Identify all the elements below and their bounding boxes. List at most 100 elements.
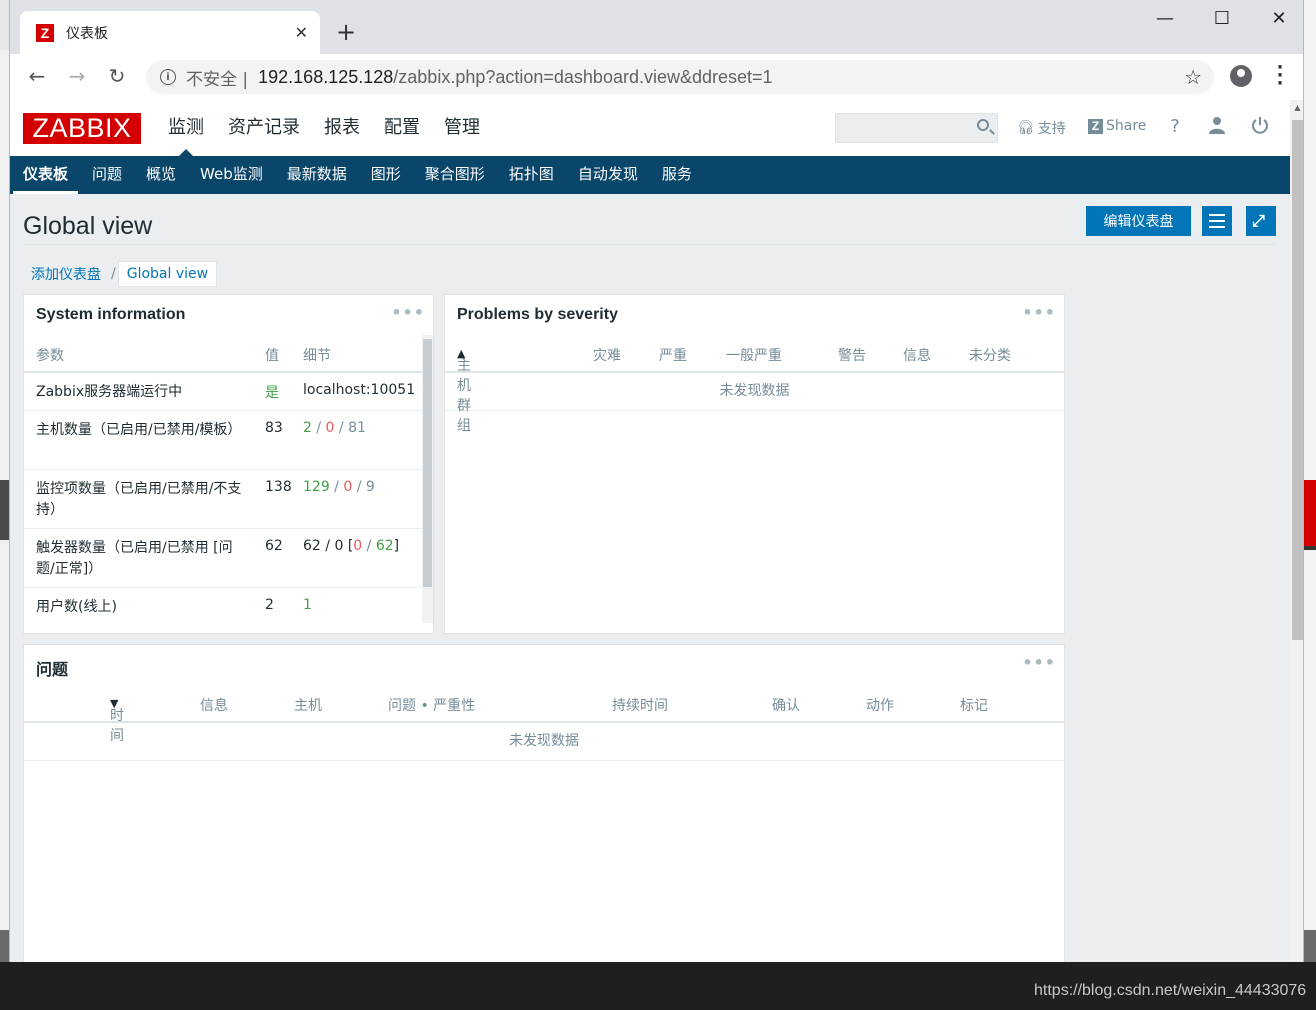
system-information-widget: System information ••• 参数 值 细节 Zabbix服务器… <box>23 294 434 634</box>
col-ack: 确认 <box>772 698 800 714</box>
col-time-label: 时间 <box>110 708 124 744</box>
forward-icon[interactable]: → <box>64 64 90 88</box>
col-problem-severity: 问题 • 严重性 <box>388 698 476 714</box>
sub-nav-problems[interactable]: 问题 <box>82 156 132 194</box>
sub-nav-dashboard[interactable]: 仪表板 <box>13 156 79 194</box>
col-disaster: 灾难 <box>593 348 621 364</box>
widget-menu-icon[interactable]: ••• <box>1022 303 1056 322</box>
browser-toolbar: ← → ↻ i 不安全 | 192.168.125.128/zabbix.php… <box>10 54 1303 100</box>
disabled-count: 0 <box>334 538 344 554</box>
col-tags: 标记 <box>960 698 988 714</box>
col-details: 细节 <box>303 348 331 364</box>
bookmark-star-icon[interactable]: ☆ <box>1184 65 1202 89</box>
enabled-count: 129 <box>303 479 330 495</box>
title-divider <box>23 244 1276 245</box>
row-value: 62 <box>265 538 283 554</box>
browser-menu-icon[interactable]: · · · <box>1272 59 1288 93</box>
site-info-icon[interactable]: i <box>160 69 176 85</box>
dashboard-list-button[interactable] <box>1202 206 1232 236</box>
widget-menu-icon[interactable]: ••• <box>391 303 425 322</box>
unsupported-count: 9 <box>365 479 375 495</box>
browser-tab[interactable]: Z 仪表板 ✕ <box>20 11 320 54</box>
sub-nav-graphs[interactable]: 图形 <box>361 156 411 194</box>
col-actions: 动作 <box>866 698 894 714</box>
enabled-count: 2 <box>303 420 312 436</box>
scrollbar-thumb[interactable] <box>423 339 432 587</box>
row-param: 监控项数量（已启用/已禁用/不支持） <box>36 481 242 518</box>
reload-icon[interactable]: ↻ <box>104 64 130 88</box>
col-param: 参数 <box>36 348 64 364</box>
col-duration: 持续时间 <box>612 698 668 714</box>
breadcrumb-current[interactable]: Global view <box>117 261 218 287</box>
col-time[interactable]: 时间 ▼ <box>110 695 124 744</box>
page-scrollbar-thumb[interactable] <box>1292 120 1303 640</box>
back-icon[interactable]: ← <box>24 64 50 88</box>
row-param: 触发器数量（已启用/已禁用 [问题/正常]） <box>36 540 233 577</box>
col-average: 一般严重 <box>726 348 782 364</box>
user-profile-icon[interactable] <box>1206 116 1228 139</box>
maximize-icon[interactable]: ☐ <box>1207 8 1237 29</box>
main-nav-configuration[interactable]: 配置 <box>372 100 432 156</box>
sub-nav-web[interactable]: Web监测 <box>190 156 273 194</box>
edit-dashboard-button[interactable]: 编辑仪表盘 <box>1086 206 1191 236</box>
widget-scrollbar[interactable] <box>422 335 433 623</box>
main-nav-administration[interactable]: 管理 <box>432 100 492 156</box>
browser-window: Z 仪表板 ✕ + — ☐ ✕ ← → ↻ i 不安全 | 192.168.12… <box>9 0 1304 962</box>
problem-count: 0 <box>353 538 363 554</box>
fullscreen-button[interactable]: ⤢ <box>1246 206 1276 236</box>
headset-icon: 🎧︎ <box>1017 120 1035 136</box>
sub-nav-services[interactable]: 服务 <box>652 156 702 194</box>
problems-widget: 问题 ••• 时间 ▼ 信息 主机 问题 • 严重性 持续时间 确认 动作 标记… <box>23 644 1065 962</box>
account-avatar-icon[interactable] <box>1230 65 1252 87</box>
col-not-classified: 未分类 <box>969 348 1011 364</box>
widget-header: 问题 ••• <box>24 645 1064 685</box>
sub-nav-maps[interactable]: 拓扑图 <box>499 156 564 194</box>
zabbix-logo[interactable]: ZABBIX <box>23 113 141 144</box>
support-link[interactable]: 🎧︎ 支持 <box>1017 118 1066 138</box>
tab-strip: Z 仪表板 ✕ + — ☐ ✕ <box>10 0 1303 54</box>
widget-title: System information <box>36 306 186 323</box>
disabled-count: 0 <box>343 479 353 495</box>
main-nav-reports[interactable]: 报表 <box>312 100 372 156</box>
help-icon[interactable]: ? <box>1164 116 1186 137</box>
watermark: https://blog.csdn.net/weixin_44433076 <box>1034 982 1307 999</box>
breadcrumb-separator: / <box>111 266 116 282</box>
table-header: 参数 值 细节 <box>24 335 422 373</box>
page-scrollbar[interactable]: ▲ <box>1290 100 1303 962</box>
global-search <box>835 113 998 143</box>
window-close-icon[interactable]: ✕ <box>1264 8 1294 29</box>
new-tab-plus-icon[interactable]: + <box>336 18 356 46</box>
share-link[interactable]: Z Share <box>1088 118 1146 134</box>
sign-out-power-icon[interactable] <box>1249 116 1271 139</box>
col-high: 严重 <box>659 348 687 364</box>
col-host: 主机 <box>294 698 322 714</box>
scroll-up-icon[interactable]: ▲ <box>1290 103 1303 112</box>
sub-nav-overview[interactable]: 概览 <box>136 156 186 194</box>
tab-close-icon[interactable]: ✕ <box>295 23 308 42</box>
search-icon[interactable] <box>977 119 989 131</box>
widget-menu-icon[interactable]: ••• <box>1022 653 1056 672</box>
sub-nav-discovery[interactable]: 自动发现 <box>568 156 648 194</box>
search-input[interactable] <box>836 114 966 142</box>
no-data-message: 未发现数据 <box>445 373 1064 411</box>
page-title: Global view <box>23 212 153 240</box>
row-param: 主机数量（已启用/已禁用/模板） <box>36 422 242 438</box>
table-header: 主机群组 ▲ 灾难 严重 一般严重 警告 信息 未分类 <box>445 335 1064 434</box>
col-host-group[interactable]: 主机群组 ▲ <box>457 345 471 434</box>
table-row: 触发器数量（已启用/已禁用 [问题/正常]） 62 62 / 0 [0 / 62… <box>24 529 422 588</box>
breadcrumb-all-dashboards[interactable]: 添加仪表盘 <box>23 260 109 288</box>
sub-nav-screens[interactable]: 聚合图形 <box>415 156 495 194</box>
table-row: Zabbix服务器端运行中 是 localhost:10051 <box>24 373 422 411</box>
sub-nav: 仪表板 问题 概览 Web监测 最新数据 图形 聚合图形 拓扑图 自动发现 服务 <box>10 156 1290 194</box>
share-z-icon: Z <box>1088 118 1103 134</box>
enabled-count: 62 <box>303 538 321 554</box>
address-bar[interactable]: i 不安全 | 192.168.125.128/zabbix.php?actio… <box>146 60 1214 94</box>
problems-by-severity-widget: Problems by severity ••• 主机群组 ▲ 灾难 严重 一般… <box>444 294 1065 634</box>
sub-nav-latest-data[interactable]: 最新数据 <box>277 156 357 194</box>
minimize-icon[interactable]: — <box>1150 8 1180 29</box>
main-nav-inventory[interactable]: 资产记录 <box>216 100 312 156</box>
row-details: 1 <box>303 597 312 613</box>
main-nav-monitoring[interactable]: 监测 <box>156 100 216 156</box>
support-label: 支持 <box>1037 121 1066 137</box>
desktop-left-edge <box>0 0 9 1010</box>
